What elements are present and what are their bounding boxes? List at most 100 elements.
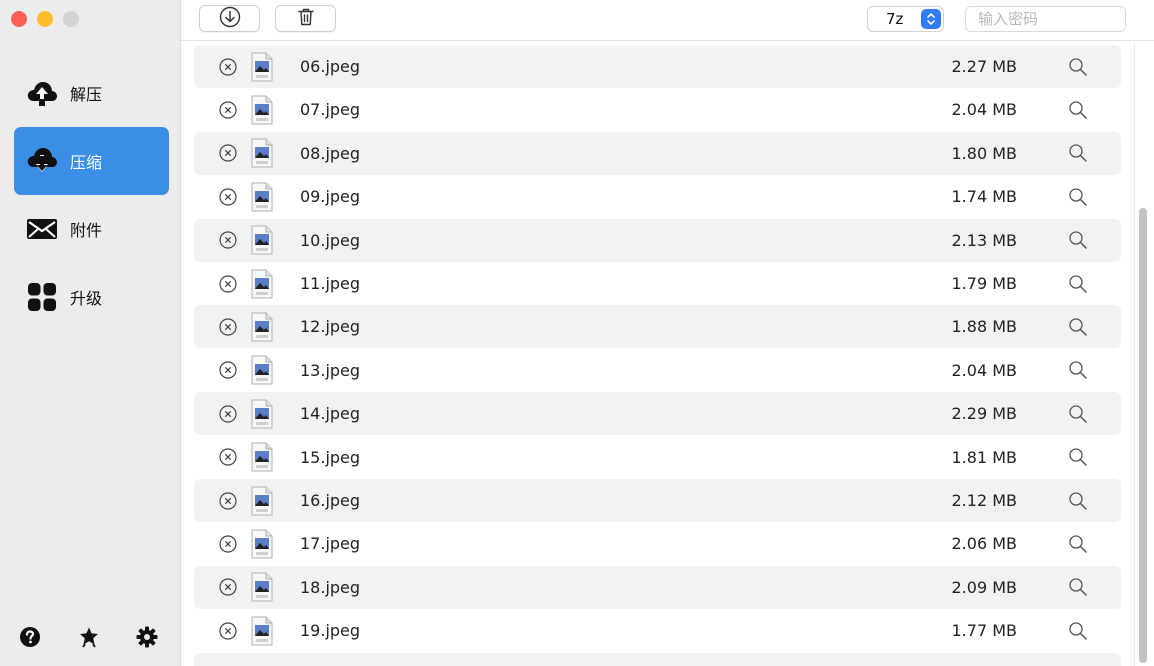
jpeg-file-icon (251, 442, 273, 472)
extract-button[interactable] (199, 5, 260, 32)
remove-circle-icon[interactable] (219, 231, 237, 249)
file-name: 09.jpeg (300, 187, 361, 207)
minimize-window-button[interactable] (37, 11, 53, 27)
file-name: 18.jpeg (300, 577, 361, 597)
trash-icon (296, 7, 316, 31)
search-icon[interactable] (1068, 621, 1088, 641)
settings-icon[interactable] (136, 626, 158, 648)
file-row[interactable]: 16.jpeg 2.12 MB (194, 479, 1121, 522)
file-list: 06.jpeg 2.27 MB 07.jpeg 2.04 MB 08.jpeg … (194, 45, 1121, 666)
file-size: 2.04 MB (951, 100, 1018, 120)
search-icon[interactable] (1068, 491, 1088, 511)
remove-circle-icon[interactable] (219, 57, 237, 76)
sidebar-item-label: 压缩 (70, 153, 103, 172)
password-input[interactable] (965, 6, 1126, 32)
file-size: 1.79 MB (951, 274, 1018, 293)
file-name: 07.jpeg (300, 100, 361, 120)
search-icon[interactable] (1068, 447, 1088, 467)
jpeg-file-icon (251, 225, 273, 255)
remove-circle-icon[interactable] (219, 318, 237, 336)
file-size: 1.80 MB (951, 143, 1018, 163)
search-icon[interactable] (1068, 534, 1088, 554)
zoom-window-button[interactable] (63, 11, 79, 27)
delete-button[interactable] (275, 5, 336, 32)
jpeg-file-icon (251, 95, 273, 125)
jpeg-file-icon (251, 52, 273, 82)
file-name: 10.jpeg (300, 230, 361, 250)
file-size: 2.13 MB (951, 230, 1018, 250)
envelope-icon (26, 213, 58, 245)
search-icon[interactable] (1068, 577, 1088, 597)
file-row-partial[interactable] (194, 652, 1121, 666)
scrollbar-thumb[interactable] (1139, 208, 1147, 663)
file-name: 16.jpeg (300, 491, 361, 510)
jpeg-file-icon (251, 355, 273, 385)
file-name: 19.jpeg (300, 621, 361, 641)
jpeg-file-icon (251, 572, 273, 602)
sidebar-item-attachment[interactable]: 附件 (14, 195, 169, 263)
file-row[interactable]: 19.jpeg 1.77 MB (194, 609, 1121, 652)
file-size: 1.74 MB (951, 187, 1018, 207)
file-size: 1.88 MB (951, 317, 1018, 337)
file-row[interactable]: 15.jpeg 1.81 MB (194, 436, 1121, 479)
sidebar-item-label: 附件 (70, 221, 103, 240)
jpeg-file-icon (251, 269, 273, 299)
sidebar: 解压 压缩 附件 升级 (0, 0, 181, 666)
search-icon[interactable] (1068, 100, 1088, 120)
file-row[interactable]: 09.jpeg 1.74 MB (194, 175, 1121, 218)
file-name: 13.jpeg (300, 360, 361, 380)
file-row[interactable]: 13.jpeg 2.04 MB (194, 349, 1121, 392)
remove-circle-icon[interactable] (219, 361, 237, 379)
file-name: 14.jpeg (300, 404, 361, 424)
remove-circle-icon[interactable] (219, 144, 237, 162)
file-size: 2.09 MB (951, 577, 1018, 597)
chevron-up-down-icon (921, 9, 941, 29)
remove-circle-icon[interactable] (219, 274, 237, 293)
remove-circle-icon[interactable] (219, 448, 237, 466)
file-size: 2.29 MB (951, 404, 1018, 424)
file-row[interactable]: 14.jpeg 2.29 MB (194, 392, 1121, 436)
sidebar-item-label: 解压 (70, 85, 103, 104)
search-icon[interactable] (1068, 317, 1088, 337)
file-row[interactable]: 10.jpeg 2.13 MB (194, 218, 1121, 262)
file-row[interactable]: 08.jpeg 1.80 MB (194, 131, 1121, 175)
format-select[interactable]: 7z (867, 6, 944, 32)
file-name: 17.jpeg (300, 534, 361, 554)
file-row[interactable]: 12.jpeg 1.88 MB (194, 305, 1121, 349)
search-icon[interactable] (1068, 187, 1088, 207)
search-icon[interactable] (1068, 57, 1088, 77)
remove-circle-icon[interactable] (219, 578, 237, 596)
close-window-button[interactable] (11, 11, 27, 27)
remove-circle-icon[interactable] (219, 101, 237, 119)
file-row[interactable]: 06.jpeg 2.27 MB (194, 45, 1121, 88)
file-row[interactable]: 11.jpeg 1.79 MB (194, 262, 1121, 305)
star-badge-icon[interactable] (78, 626, 100, 648)
remove-circle-icon[interactable] (219, 535, 237, 553)
remove-circle-icon[interactable] (219, 405, 237, 423)
search-icon[interactable] (1068, 274, 1088, 294)
file-name: 15.jpeg (300, 447, 361, 467)
file-name: 12.jpeg (300, 317, 361, 337)
jpeg-file-icon (251, 182, 273, 212)
sidebar-item-extract[interactable]: 解压 (14, 59, 169, 127)
sidebar-item-upgrade[interactable]: 升级 (14, 263, 169, 331)
cloud-upload-icon (26, 77, 58, 109)
format-select-value: 7z (886, 10, 904, 28)
cloud-download-icon (26, 145, 58, 177)
remove-circle-icon[interactable] (219, 622, 237, 640)
remove-circle-icon[interactable] (219, 491, 237, 510)
remove-circle-icon[interactable] (219, 188, 237, 206)
search-icon[interactable] (1068, 143, 1088, 163)
file-name: 11.jpeg (300, 274, 361, 293)
sidebar-item-label: 升级 (70, 289, 103, 308)
file-row[interactable]: 07.jpeg 2.04 MB (194, 88, 1121, 131)
jpeg-file-icon (251, 312, 273, 342)
help-icon[interactable] (19, 626, 41, 648)
search-icon[interactable] (1068, 230, 1088, 250)
sidebar-item-compress[interactable]: 压缩 (14, 127, 169, 195)
download-icon (219, 6, 241, 32)
file-row[interactable]: 17.jpeg 2.06 MB (194, 522, 1121, 565)
search-icon[interactable] (1068, 404, 1088, 424)
file-row[interactable]: 18.jpeg 2.09 MB (194, 565, 1121, 609)
search-icon[interactable] (1068, 360, 1088, 380)
